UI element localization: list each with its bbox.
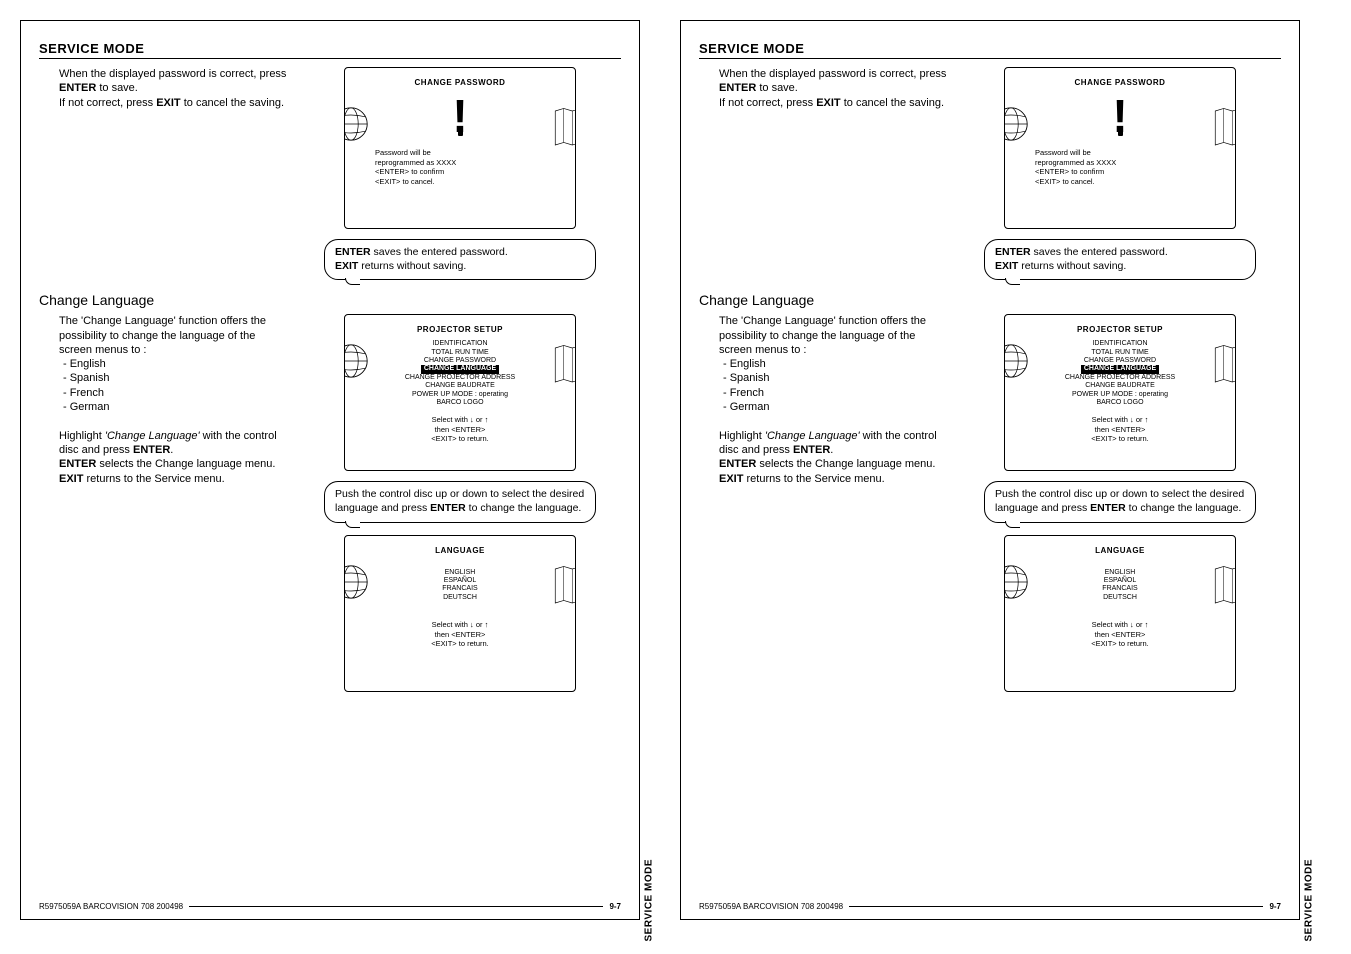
page-footer: R5975059A BARCOVISION 708 200498 9-7 — [39, 902, 621, 911]
highlighted-menu-item: CHANGE LANGUAGE — [421, 365, 499, 373]
projector-setup-screen: PROJECTOR SETUP IDENTIFICATION TOTAL RUN… — [1004, 314, 1236, 471]
section-change-language: Change Language — [39, 292, 621, 308]
globe-icon — [344, 564, 369, 600]
globe-icon — [1004, 564, 1029, 600]
globe-icon — [344, 343, 369, 379]
page-header: SERVICE MODE — [699, 41, 1281, 59]
bubble-enter-exit: ENTER saves the entered password. EXIT r… — [984, 239, 1256, 280]
manual-page-right: SERVICE MODE When the displayed password… — [680, 20, 1300, 920]
language-screen: LANGUAGE ENGLISH ESPAÑOL FRANCAIS DEUTSC… — [344, 535, 576, 692]
manual-page-left: SERVICE MODE When the displayed password… — [20, 20, 640, 920]
language-screen: LANGUAGE ENGLISH ESPAÑOL FRANCAIS DEUTSC… — [1004, 535, 1236, 692]
change-language-text: The 'Change Language' function offers th… — [699, 314, 949, 691]
map-icon — [1211, 106, 1236, 150]
intro-text-1: When the displayed password is correct, … — [699, 67, 949, 280]
page-header: SERVICE MODE — [39, 41, 621, 59]
side-tab: SERVICE MODE — [643, 859, 654, 942]
globe-icon — [1004, 343, 1029, 379]
map-icon — [1211, 564, 1236, 608]
map-icon — [1211, 343, 1236, 387]
bubble-enter-exit: ENTER saves the entered password. EXIT r… — [324, 239, 596, 280]
globe-icon — [344, 106, 369, 142]
projector-setup-screen: PROJECTOR SETUP IDENTIFICATION TOTAL RUN… — [344, 314, 576, 471]
page-footer: R5975059A BARCOVISION 708 200498 9-7 — [699, 902, 1281, 911]
change-language-text: The 'Change Language' function offers th… — [39, 314, 289, 691]
exclamation-icon: ! — [1005, 107, 1235, 136]
change-password-screen: CHANGE PASSWORD ! Password will be repro… — [344, 67, 576, 229]
map-icon — [551, 106, 576, 150]
bubble-select-language: Push the control disc up or down to sele… — [324, 481, 596, 522]
intro-text-1: When the displayed password is correct, … — [39, 67, 289, 280]
globe-icon — [1004, 106, 1029, 142]
map-icon — [551, 564, 576, 608]
section-change-language: Change Language — [699, 292, 1281, 308]
side-tab: SERVICE MODE — [1303, 859, 1314, 942]
bubble-select-language: Push the control disc up or down to sele… — [984, 481, 1256, 522]
change-password-screen: CHANGE PASSWORD ! Password will be repro… — [1004, 67, 1236, 229]
exclamation-icon: ! — [345, 107, 575, 136]
highlighted-menu-item: CHANGE LANGUAGE — [1081, 365, 1159, 373]
map-icon — [551, 343, 576, 387]
